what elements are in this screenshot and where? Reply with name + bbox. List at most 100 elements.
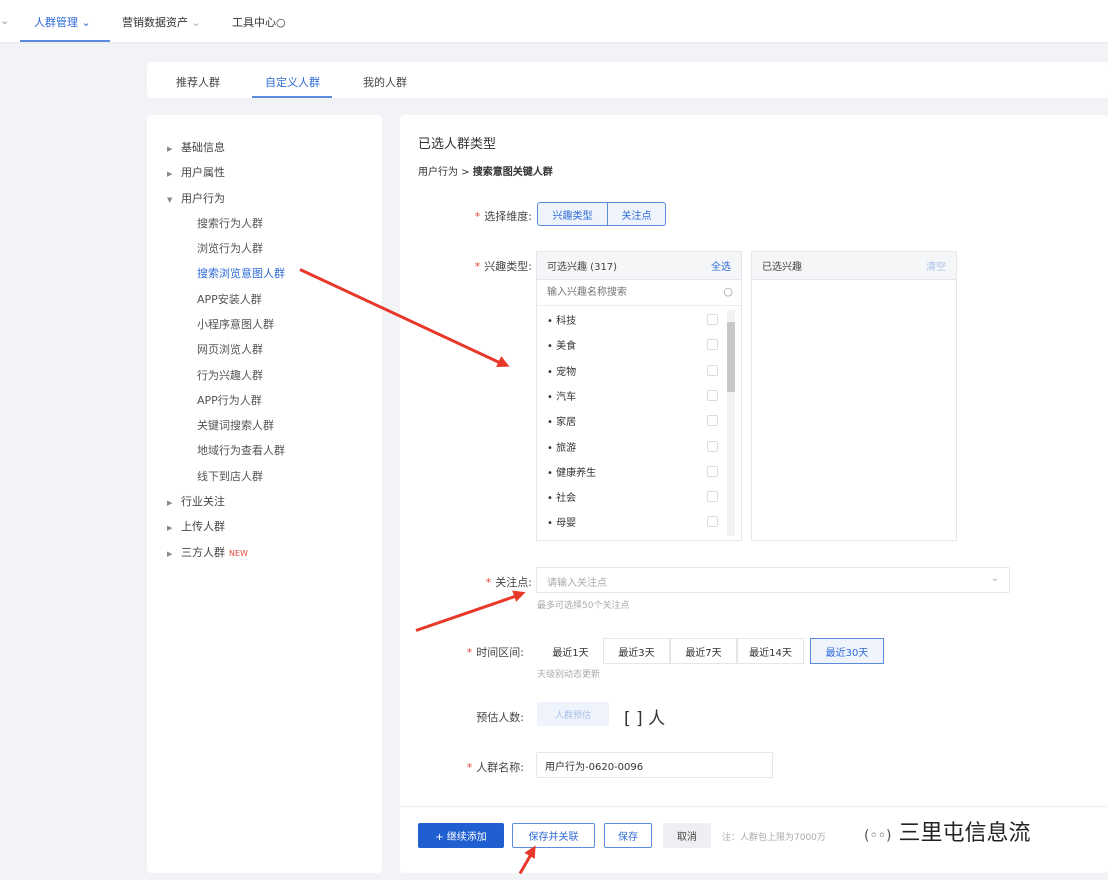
tree-upload[interactable]: ▶ 上传人群	[167, 518, 225, 534]
search-icon[interactable]: ○	[723, 285, 733, 298]
select-all-link[interactable]: 全选	[711, 258, 731, 273]
checkbox[interactable]	[707, 516, 718, 528]
scrollbar-thumb[interactable]	[727, 322, 735, 392]
caret-right-icon: ▶	[167, 499, 173, 507]
time-option-7d[interactable]: 最近7天	[670, 638, 737, 664]
selected-interest-list: 已选兴趣 清空	[751, 251, 957, 541]
checkbox[interactable]	[707, 440, 718, 452]
interest-item[interactable]: • 旅游	[547, 439, 576, 454]
time-option-14d[interactable]: 最近14天	[737, 638, 804, 664]
chevron-down-icon: ⌄	[990, 573, 999, 584]
time-option-1d[interactable]: 最近1天	[537, 638, 604, 664]
tree-label: 用户属性	[181, 166, 225, 179]
checkbox[interactable]	[707, 491, 718, 503]
watermark: (◦◦) 三里屯信息流	[860, 815, 1035, 847]
name-label: * 人群名称:	[466, 761, 524, 774]
focus-select[interactable]: 请输入关注点 ⌄	[536, 567, 1010, 593]
interest-item[interactable]: • 家居	[547, 413, 576, 428]
save-and-link-button[interactable]: 保存并关联	[512, 823, 595, 848]
tree-user-attr[interactable]: ▶ 用户属性	[167, 164, 225, 180]
tree-basic-info[interactable]: ▶ 基础信息	[167, 139, 225, 155]
checkbox[interactable]	[707, 389, 718, 401]
clear-link[interactable]: 清空	[926, 258, 946, 273]
interest-search-input[interactable]	[537, 280, 707, 304]
scrollbar[interactable]	[727, 310, 735, 536]
time-option-30d[interactable]: 最近30天	[810, 638, 884, 664]
interest-item[interactable]: • 社会	[547, 489, 576, 504]
time-option-3d[interactable]: 最近3天	[603, 638, 670, 664]
nav-label: 人群管理	[34, 16, 78, 29]
list-header: 可选兴趣 (317) 全选	[537, 252, 741, 280]
checkbox[interactable]	[707, 364, 718, 376]
interest-search[interactable]: ○	[537, 280, 741, 306]
checkbox[interactable]	[707, 415, 718, 427]
caret-right-icon: ▶	[167, 550, 173, 558]
list-header: 已选兴趣 清空	[752, 252, 956, 280]
category-tree: ▶ 基础信息 ▶ 用户属性 ▼ 用户行为 搜索行为人群 浏览行为人群 搜索浏览意图人群…	[147, 115, 382, 873]
chevron-down-icon[interactable]: ⌄	[0, 14, 9, 27]
interest-item[interactable]: • 母婴	[547, 514, 576, 529]
save-button[interactable]: 保存	[604, 823, 652, 848]
tab-bar: 推荐人群 自定义人群 我的人群	[147, 62, 1108, 98]
tree-child[interactable]: 地域行为查看人群	[197, 442, 285, 458]
footer-note: 注：人群包上限为7000万	[722, 833, 826, 843]
interest-item[interactable]: • 科技	[547, 312, 576, 327]
tab-mine[interactable]: 我的人群	[363, 74, 407, 90]
time-label: * 时间区间:	[466, 646, 524, 659]
new-badge: NEW	[229, 549, 248, 558]
interest-label: * 兴趣类型:	[474, 260, 532, 273]
checkbox[interactable]	[707, 314, 718, 325]
dimension-focus[interactable]: 关注点	[607, 202, 666, 226]
wechat-icon: (◦◦)	[864, 828, 892, 844]
tree-child[interactable]: 线下到店人群	[197, 468, 263, 484]
nav-label: 工具中心	[232, 16, 276, 29]
selected-title: 已选兴趣	[762, 262, 802, 273]
checkbox[interactable]	[707, 465, 718, 477]
tree-child[interactable]: 小程序意图人群	[197, 316, 274, 332]
tree-child[interactable]: 关键词搜索人群	[197, 417, 274, 433]
tree-child[interactable]: 搜索行为人群	[197, 215, 263, 231]
cancel-button[interactable]: 取消	[663, 823, 711, 848]
nav-label: 营销数据资产	[122, 16, 188, 29]
section-title: 已选人群类型	[418, 137, 497, 152]
caret-down-icon: ▼	[167, 196, 173, 204]
estimate-value: [ ] 人	[624, 709, 666, 729]
tab-custom[interactable]: 自定义人群	[265, 74, 320, 90]
tree-child[interactable]: 行为兴趣人群	[197, 367, 263, 383]
tree-child[interactable]: APP行为人群	[197, 392, 262, 408]
estimate-label: 预估人数:	[476, 711, 524, 724]
tree-third-party[interactable]: ▶ 三方人群 NEW	[167, 544, 248, 560]
caret-right-icon: ▶	[167, 524, 173, 532]
tree-label: 用户行为	[181, 192, 225, 205]
tree-child[interactable]: 浏览行为人群	[197, 240, 263, 256]
tree-user-behavior[interactable]: ▼ 用户行为	[167, 190, 225, 206]
footer-divider	[400, 806, 1108, 807]
checkbox[interactable]	[707, 339, 718, 351]
tree-industry[interactable]: ▶ 行业关注	[167, 493, 225, 509]
breadcrumb-parent[interactable]: 用户行为	[418, 167, 458, 178]
crowd-name-input[interactable]	[536, 752, 773, 778]
time-hint: 天级别动态更新	[537, 670, 601, 680]
interest-item[interactable]: • 健康养生	[547, 464, 596, 479]
tree-label: 三方人群	[181, 546, 225, 559]
available-title: 可选兴趣 (317)	[547, 262, 618, 273]
tree-label: 行业关注	[181, 495, 225, 508]
dimension-label: * 选择维度:	[474, 210, 532, 223]
nav-data-assets[interactable]: 营销数据资产 ⌄	[122, 14, 201, 30]
interest-item[interactable]: • 美食	[547, 337, 576, 352]
add-more-button[interactable]: + 继续添加	[418, 823, 504, 848]
nav-tools[interactable]: 工具中心○	[232, 14, 286, 30]
nav-crowd-management[interactable]: 人群管理 ⌄	[34, 14, 91, 30]
interest-item[interactable]: • 汽车	[547, 388, 576, 403]
tree-child-selected[interactable]: 搜索浏览意图人群	[197, 265, 285, 281]
dimension-interest[interactable]: 兴趣类型	[537, 202, 608, 226]
estimate-button[interactable]: 人群预估	[537, 702, 609, 726]
focus-hint: 最多可选择50个关注点	[537, 601, 630, 611]
interest-item[interactable]: • 宠物	[547, 363, 576, 378]
interest-items: • 科技 • 美食 • 宠物 • 汽车 • 家居 • 旅游 • 健康养生 • 社会 • 母婴	[537, 306, 741, 540]
tab-recommended[interactable]: 推荐人群	[176, 74, 220, 90]
tree-child[interactable]: 网页浏览人群	[197, 341, 263, 357]
tree-label: 上传人群	[181, 520, 225, 533]
caret-right-icon: ▶	[167, 170, 173, 178]
tree-child[interactable]: APP安装人群	[197, 291, 262, 307]
